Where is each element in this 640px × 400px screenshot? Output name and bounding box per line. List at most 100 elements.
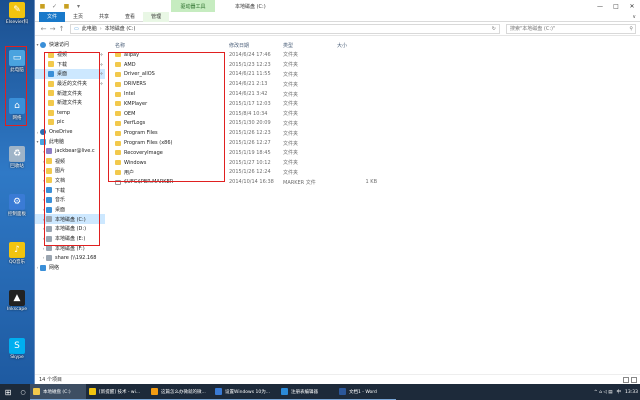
file-name-cell: PerfLogs xyxy=(107,120,229,126)
header-date[interactable]: 修改日期 xyxy=(229,42,283,49)
context-tab-drive-tools[interactable]: 驱动器工具 xyxy=(171,0,215,12)
desktop-icon[interactable]: ⌂ 网络 xyxy=(2,98,32,121)
file-date: 2015/1/26 12:27 xyxy=(229,140,271,147)
taskbar-app-label: 注册表编辑器 xyxy=(291,389,318,395)
nav-item[interactable]: › share (\\192.168 xyxy=(35,253,105,263)
forward-icon[interactable]: → xyxy=(48,25,57,33)
desktop-icon[interactable]: ▲ Inkscape xyxy=(2,290,32,312)
file-row[interactable]: RecoveryImage 2015/1/19 18:45 文件夹 xyxy=(107,148,640,158)
desktop-icon[interactable]: ♻ 回收站 xyxy=(2,146,32,169)
file-row[interactable]: alipay 2014/6/24 17:46 文件夹 xyxy=(107,50,640,60)
file-row[interactable]: DRIVERS 2014/6/21 2:13 文件夹 xyxy=(107,79,640,89)
nav-item[interactable]: › 音乐 xyxy=(35,195,105,205)
nav-item[interactable]: 最近的文件夹 ✢ xyxy=(35,79,105,89)
file-row[interactable]: PerfLogs 2015/1/30 20:09 文件夹 xyxy=(107,119,640,129)
file-row[interactable]: OEM 2015/8/4 10:34 文件夹 xyxy=(107,109,640,119)
nav-item[interactable]: › 本地磁盘 (C:) xyxy=(35,214,105,225)
tray-icons[interactable]: ^ ⌂ ◁ ▤ xyxy=(594,390,613,395)
large-icons-view-icon[interactable] xyxy=(631,376,637,383)
input-method-indicator[interactable]: 中 xyxy=(617,389,622,395)
nav-this-pc[interactable]: ▾ 此电脑 xyxy=(35,137,105,147)
nav-item[interactable]: temp xyxy=(35,108,105,118)
file-row[interactable]: KMPlayer 2015/1/17 12:03 文件夹 xyxy=(107,99,640,109)
file-name-cell: KMPlayer xyxy=(107,101,229,107)
cortana-icon[interactable]: ○ xyxy=(16,384,30,400)
properties-icon[interactable]: ✓ xyxy=(50,2,59,11)
desktop-icon[interactable]: ⚙ 控制面板 xyxy=(2,194,32,217)
nav-network[interactable]: › 网络 xyxy=(35,263,105,273)
nav-item[interactable]: 新建文件夹 xyxy=(35,88,105,98)
file-row[interactable]: AMD 2015/1/23 12:23 文件夹 xyxy=(107,60,640,70)
header-size[interactable]: 大小 xyxy=(337,42,377,49)
tab-home[interactable]: 主页 xyxy=(65,12,91,22)
nav-quick-access[interactable]: ▾ 快速访问 xyxy=(35,40,105,50)
nav-item-label: 视频 xyxy=(55,158,66,165)
file-name: Driver_allOS xyxy=(124,71,155,78)
folder-icon xyxy=(46,187,52,194)
search-input[interactable]: 搜索"本地磁盘 (C:)" ⚲ xyxy=(506,23,636,34)
nav-item[interactable]: 桌面 ✢ xyxy=(35,69,105,79)
tab-view[interactable]: 查看 xyxy=(117,12,143,22)
refresh-icon[interactable]: ↻ xyxy=(492,26,496,32)
up-icon[interactable]: ↑ xyxy=(57,25,66,33)
tab-share[interactable]: 共享 xyxy=(91,12,117,22)
desktop-icon[interactable]: ✎ Elsevier科 xyxy=(2,2,32,25)
header-type[interactable]: 类型 xyxy=(283,42,337,49)
nav-item[interactable]: › 下载 xyxy=(35,185,105,195)
file-row[interactable]: Driver_allOS 2014/6/21 11:55 文件夹 xyxy=(107,70,640,80)
tab-file[interactable]: 文件 xyxy=(39,11,66,22)
nav-item[interactable]: › jackbear@live.c xyxy=(35,147,105,157)
taskbar-app-button[interactable]: 文档1 - Word xyxy=(336,384,396,400)
file-row[interactable]: $UFG$PBR.MARKER 2014/10/14 16:38 MARKER 文件… xyxy=(107,177,640,187)
start-button[interactable]: ⊞ xyxy=(0,384,16,400)
details-view-icon[interactable] xyxy=(623,376,629,383)
minimize-button[interactable]: — xyxy=(592,0,608,12)
nav-item[interactable]: › 本地磁盘 (D:) xyxy=(35,224,105,234)
nav-item[interactable]: › 文档 xyxy=(35,176,105,186)
nav-item[interactable]: › 桌面 xyxy=(35,205,105,215)
nav-item[interactable]: › 视频 xyxy=(35,156,105,166)
folder-icon xyxy=(46,167,52,174)
nav-item[interactable]: › 本地磁盘 (F:) xyxy=(35,243,105,253)
close-button[interactable]: ✕ xyxy=(624,0,640,12)
ribbon-expand-icon[interactable]: ∨ xyxy=(632,14,636,20)
qat-dropdown-icon[interactable]: ▾ xyxy=(74,2,83,11)
nav-onedrive[interactable]: › OneDrive xyxy=(35,127,105,137)
taskbar-app-button[interactable]: [新提醒] 技术 - wi... xyxy=(86,384,148,400)
nav-item[interactable]: › 图片 xyxy=(35,166,105,176)
taskbar-app-button[interactable]: 设置Windows 10为... xyxy=(212,384,278,400)
nav-item[interactable]: 下载 ✢ xyxy=(35,59,105,69)
pin-icon: ✢ xyxy=(99,71,103,77)
file-row[interactable]: Intel 2014/6/21 3:42 文件夹 xyxy=(107,89,640,99)
file-row[interactable]: 用户 2015/1/26 12:24 文件夹 xyxy=(107,168,640,178)
tab-manage[interactable]: 管理 xyxy=(143,11,170,22)
file-date: 2015/1/23 12:23 xyxy=(229,61,271,68)
clock[interactable]: 13:33 xyxy=(625,390,638,395)
nav-item-label: 快速访问 xyxy=(49,42,70,49)
breadcrumb-this-pc[interactable]: 此电脑 xyxy=(82,25,97,32)
desktop-icon[interactable]: S Skype xyxy=(2,338,32,360)
nav-item[interactable]: 视频 ✢ xyxy=(35,50,105,60)
taskbar-app-button[interactable]: 本地磁盘 (C:) xyxy=(30,384,86,400)
file-date: 2015/1/19 18:45 xyxy=(229,149,271,156)
file-row[interactable]: Windows 2015/1/27 10:12 文件夹 xyxy=(107,158,640,168)
back-icon[interactable]: ← xyxy=(39,25,48,33)
nav-item[interactable]: pic xyxy=(35,118,105,128)
taskbar-app-button[interactable]: 这篇怎么办微就的微... xyxy=(148,384,212,400)
maximize-button[interactable]: □ xyxy=(608,0,624,12)
folder-icon xyxy=(48,51,54,58)
file-row[interactable]: Program Files (x86) 2015/1/26 12:27 文件夹 xyxy=(107,138,640,148)
nav-item[interactable]: 新建文件夹 xyxy=(35,98,105,108)
breadcrumb-drive[interactable]: 本地磁盘 (C:) xyxy=(105,25,136,32)
header-name[interactable]: 名称 xyxy=(107,42,229,49)
search-placeholder: 搜索"本地磁盘 (C:)" xyxy=(510,26,556,32)
desktop-icon[interactable]: ♪ QQ音乐 xyxy=(2,242,32,265)
desktop-icon[interactable]: ▭ 此电脑 xyxy=(2,50,32,73)
file-row[interactable]: Program Files 2015/1/26 12:23 文件夹 xyxy=(107,128,640,138)
taskbar-app-label: 文档1 - Word xyxy=(349,389,377,395)
nav-item[interactable]: › 本地磁盘 (E:) xyxy=(35,234,105,244)
taskbar-app-button[interactable]: 注册表编辑器 xyxy=(278,384,336,400)
address-input[interactable]: ▭ 此电脑 › 本地磁盘 (C:) ↻ xyxy=(70,23,500,34)
file-name: Program Files xyxy=(124,130,158,137)
new-folder-icon[interactable]: ■ xyxy=(62,2,71,11)
